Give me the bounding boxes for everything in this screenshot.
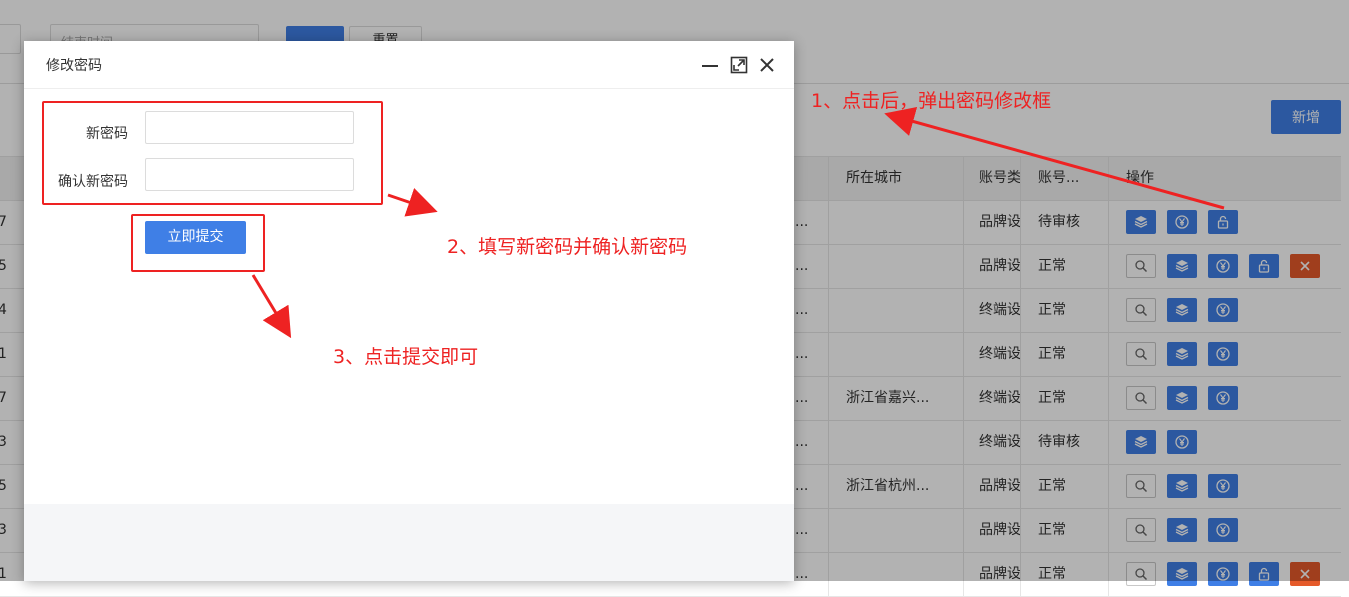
arrow-step1 xyxy=(884,106,1225,210)
annotation-arrows xyxy=(251,106,1225,339)
annotation-step2: 2、填写新密码并确认新密码 xyxy=(447,236,688,258)
annotation-step3: 3、点击提交即可 xyxy=(333,346,479,368)
arrow-step3 xyxy=(251,274,292,339)
arrow-step2 xyxy=(387,188,438,217)
annotation-step1: 1、点击后，弹出密码修改框 xyxy=(811,90,1052,112)
